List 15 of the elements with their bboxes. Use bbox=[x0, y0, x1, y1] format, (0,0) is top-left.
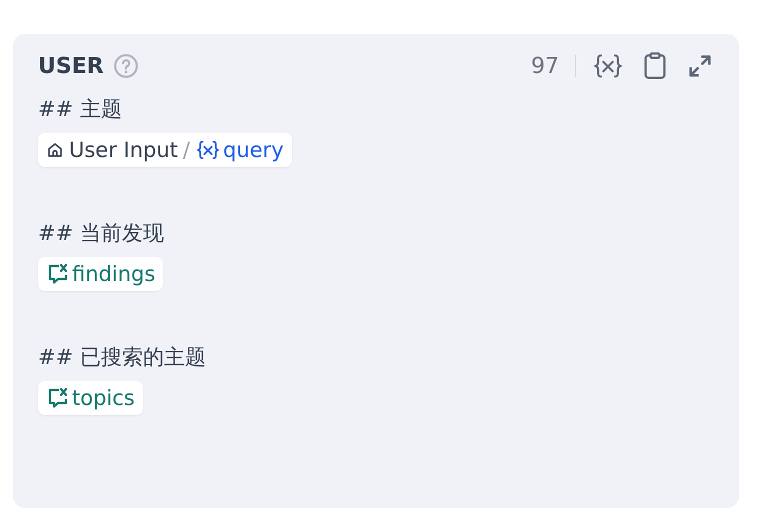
variable-icon bbox=[195, 138, 221, 160]
variable-icon[interactable] bbox=[592, 52, 624, 80]
character-count: 97 bbox=[531, 54, 559, 78]
prompt-text: ## 主题 bbox=[38, 96, 122, 122]
chat-variable-icon bbox=[46, 386, 70, 410]
home-icon bbox=[46, 140, 64, 158]
chat-variable-icon bbox=[46, 262, 70, 286]
path-separator: / bbox=[182, 138, 190, 162]
node-name: User Input bbox=[69, 138, 178, 162]
prompt-text: ## 已搜索的主题 bbox=[38, 344, 206, 370]
variable-name: query bbox=[223, 138, 284, 162]
prompt-text: ## 当前发现 bbox=[38, 220, 164, 246]
variable-name: topics bbox=[72, 386, 135, 410]
panel-title: USER bbox=[38, 54, 104, 78]
variable-name: findings bbox=[72, 262, 156, 286]
